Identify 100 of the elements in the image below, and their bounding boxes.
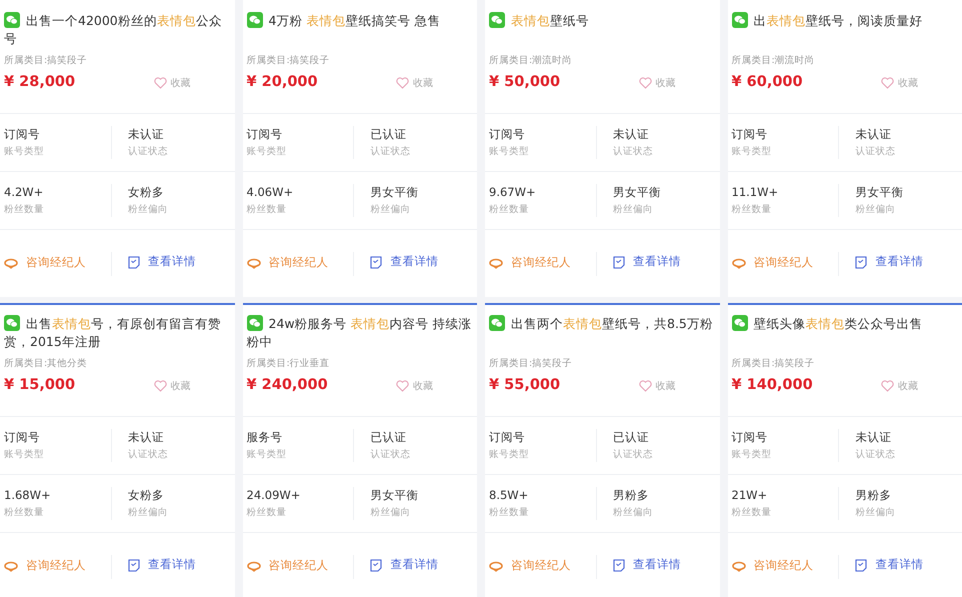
stat-label: 账号类型 xyxy=(246,448,288,462)
document-icon xyxy=(128,558,140,572)
stat-label: 账号类型 xyxy=(4,448,45,462)
price-text: ¥ 50,000 xyxy=(489,73,562,92)
listing-title[interactable]: 出 表情包壁纸号，阅读质量好 xyxy=(732,12,958,52)
view-details-button[interactable]: 查看详情 xyxy=(612,556,681,574)
view-details-button[interactable]: 查看详情 xyxy=(855,556,924,574)
stat-label: 粉丝数量 xyxy=(489,506,530,520)
stat-label: 认证状态 xyxy=(612,448,654,462)
stat-value: 男粉多 xyxy=(612,486,650,504)
document-icon xyxy=(370,256,382,268)
category-text: 所属类目:潮流时尚 xyxy=(732,54,816,68)
listing-title[interactable]: 出售表情包号，有原创有留言有赞赏，2015年注册 xyxy=(4,315,230,355)
view-details-button[interactable]: 查看详情 xyxy=(370,556,438,574)
heart-icon xyxy=(154,77,166,90)
listing-title[interactable]: 表情包壁纸号 xyxy=(489,12,716,52)
stat-value: 订阅号 xyxy=(732,126,768,143)
chat-icon xyxy=(246,256,260,268)
stat-label: 粉丝偏向 xyxy=(612,203,654,217)
wechat-icon xyxy=(246,315,262,331)
stat-value: 11.1W+ xyxy=(732,184,780,201)
stat-label: 粉丝数量 xyxy=(4,506,45,520)
category-text: 所属类目:搞笑段子 xyxy=(489,357,574,371)
stat-value: 未认证 xyxy=(128,428,165,446)
chat-icon xyxy=(489,256,503,268)
stat-label: 粉丝偏向 xyxy=(370,506,412,520)
chat-icon xyxy=(489,560,503,572)
heart-icon xyxy=(638,77,652,90)
chat-icon xyxy=(732,256,746,268)
document-icon xyxy=(612,256,625,268)
stat-value: 1.68W+ xyxy=(4,486,52,504)
stat-label: 粉丝偏向 xyxy=(855,506,896,520)
heart-icon xyxy=(396,380,409,392)
stat-label: 认证状态 xyxy=(370,145,412,159)
price-text: ¥ 60,000 xyxy=(732,73,804,92)
view-details-button[interactable]: 查看详情 xyxy=(128,556,196,574)
stat-label: 账号类型 xyxy=(246,145,288,159)
stat-value: 4.06W+ xyxy=(246,184,294,201)
consult-agent-button[interactable]: 咨询经纪人 xyxy=(4,254,86,272)
view-details-button[interactable]: 查看详情 xyxy=(855,253,924,271)
consult-agent-button[interactable]: 咨询经纪人 xyxy=(489,254,571,272)
stat-value: 订阅号 xyxy=(246,126,284,143)
stat-value: 4.2W+ xyxy=(4,184,44,201)
category-text: 所属类目:搞笑段子 xyxy=(4,54,88,68)
stat-label: 账号类型 xyxy=(732,448,772,462)
stat-label: 粉丝偏向 xyxy=(128,203,169,217)
stat-value: 订阅号 xyxy=(4,126,41,143)
stat-value: 服务号 xyxy=(246,428,284,446)
consult-agent-button[interactable]: 咨询经纪人 xyxy=(4,556,86,574)
stat-value: 未认证 xyxy=(128,126,165,143)
stat-label: 粉丝偏向 xyxy=(855,203,896,217)
stat-value: 未认证 xyxy=(612,126,650,143)
stat-value: 9.67W+ xyxy=(489,184,537,201)
wechat-icon xyxy=(4,315,20,331)
document-icon xyxy=(855,558,868,572)
wechat-icon xyxy=(489,12,505,28)
stat-value: 未认证 xyxy=(855,428,892,446)
category-text: 所属类目:行业垂直 xyxy=(246,357,331,371)
view-details-button[interactable]: 查看详情 xyxy=(128,253,196,271)
category-text: 所属类目:其他分类 xyxy=(4,357,88,371)
stat-label: 粉丝偏向 xyxy=(370,203,412,217)
view-details-button[interactable]: 查看详情 xyxy=(612,253,681,271)
category-text: 所属类目:搞笑段子 xyxy=(732,357,816,371)
stat-value: 21W+ xyxy=(732,486,768,504)
stat-value: 订阅号 xyxy=(4,428,41,446)
stat-value: 男粉多 xyxy=(855,486,892,504)
wechat-icon xyxy=(489,315,505,331)
stat-label: 账号类型 xyxy=(732,145,772,159)
document-icon xyxy=(128,256,140,268)
price-text: ¥ 28,000 xyxy=(4,73,76,92)
chat-icon xyxy=(4,256,18,268)
consult-agent-button[interactable]: 咨询经纪人 xyxy=(246,254,328,272)
view-details-button[interactable]: 查看详情 xyxy=(370,253,438,271)
stat-label: 粉丝偏向 xyxy=(128,506,169,520)
chat-icon xyxy=(732,560,746,572)
listing-title[interactable]: 出售两个表情包壁纸号，共8.5万粉 xyxy=(489,315,716,355)
listing-title[interactable]: 出售一个42000粉丝的表情包公众号 xyxy=(4,12,230,52)
listing-title[interactable]: 24w粉服务号 表情包内容号 持续涨粉中 xyxy=(246,315,473,355)
consult-agent-button[interactable]: 咨询经纪人 xyxy=(489,556,571,574)
listing-title[interactable]: 4万粉 表情包壁纸搞笑号 急售 xyxy=(246,12,473,52)
stat-value: 已认证 xyxy=(612,428,650,446)
heart-icon xyxy=(396,77,409,90)
stat-value: 未认证 xyxy=(855,126,892,143)
consult-agent-button[interactable]: 咨询经纪人 xyxy=(732,254,814,272)
consult-agent-button[interactable]: 咨询经纪人 xyxy=(732,556,814,574)
listing-title[interactable]: 壁纸头像表情包类公众号出售 xyxy=(732,315,958,355)
stat-label: 认证状态 xyxy=(370,448,412,462)
price-text: ¥ 140,000 xyxy=(732,376,814,396)
wechat-icon xyxy=(246,12,262,28)
consult-agent-button[interactable]: 咨询经纪人 xyxy=(246,556,328,574)
stat-value: 订阅号 xyxy=(732,428,768,446)
stat-value: 订阅号 xyxy=(489,126,526,143)
stat-value: 女粉多 xyxy=(128,486,165,504)
stat-label: 粉丝数量 xyxy=(246,506,288,520)
stat-label: 粉丝数量 xyxy=(732,506,772,520)
category-text: 所属类目:搞笑段子 xyxy=(246,54,331,68)
heart-icon xyxy=(154,380,166,392)
document-icon xyxy=(855,256,868,268)
stat-label: 账号类型 xyxy=(489,448,530,462)
stat-label: 粉丝数量 xyxy=(732,203,772,217)
